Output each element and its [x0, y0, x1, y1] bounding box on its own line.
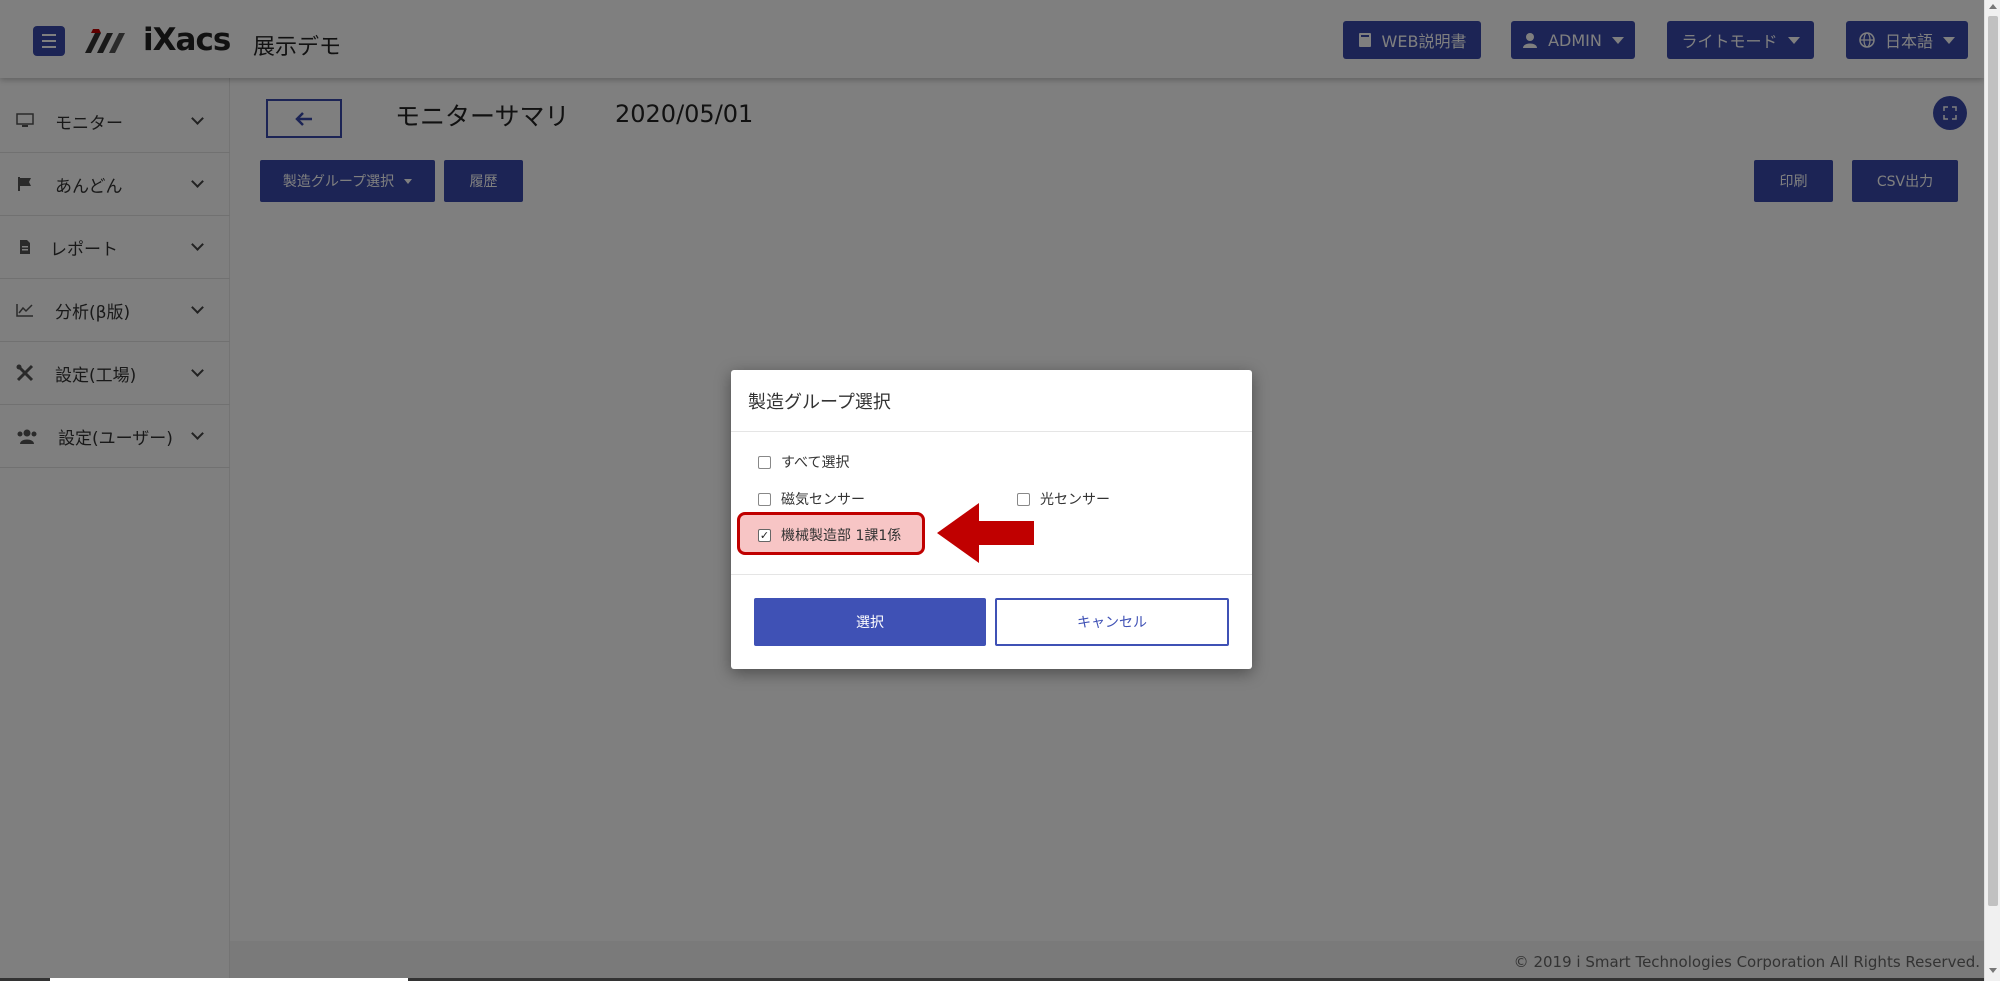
group-label: 光センサー	[1040, 492, 1110, 508]
group-checkbox-magnetic-sensor[interactable]: 磁気センサー	[758, 489, 865, 509]
checkbox-box[interactable]	[758, 455, 771, 469]
confirm-label: 選択	[856, 615, 884, 631]
divider	[731, 574, 1252, 575]
checkbox-box-checked[interactable]	[758, 528, 771, 542]
vertical-scrollbar[interactable]	[1984, 0, 2000, 981]
select-all-label: すべて選択	[781, 455, 850, 471]
group-label: 機械製造部 1課1係	[781, 528, 902, 544]
cancel-button[interactable]: キャンセル	[995, 598, 1229, 646]
red-arrow-icon	[937, 503, 1034, 563]
scrollbar-thumb[interactable]	[1988, 16, 1998, 906]
select-all-checkbox[interactable]: すべて選択	[758, 452, 849, 472]
group-checkbox-machine-dept[interactable]: 機械製造部 1課1係	[758, 525, 901, 545]
scroll-down-icon[interactable]	[1989, 968, 1997, 973]
dialog-title: 製造グループ選択	[748, 392, 891, 413]
confirm-select-button[interactable]: 選択	[754, 598, 986, 646]
cancel-label: キャンセル	[1077, 615, 1147, 631]
divider	[731, 431, 1252, 432]
checkbox-box[interactable]	[758, 492, 771, 506]
scroll-up-icon[interactable]	[1989, 4, 1997, 9]
group-label: 磁気センサー	[781, 492, 865, 508]
